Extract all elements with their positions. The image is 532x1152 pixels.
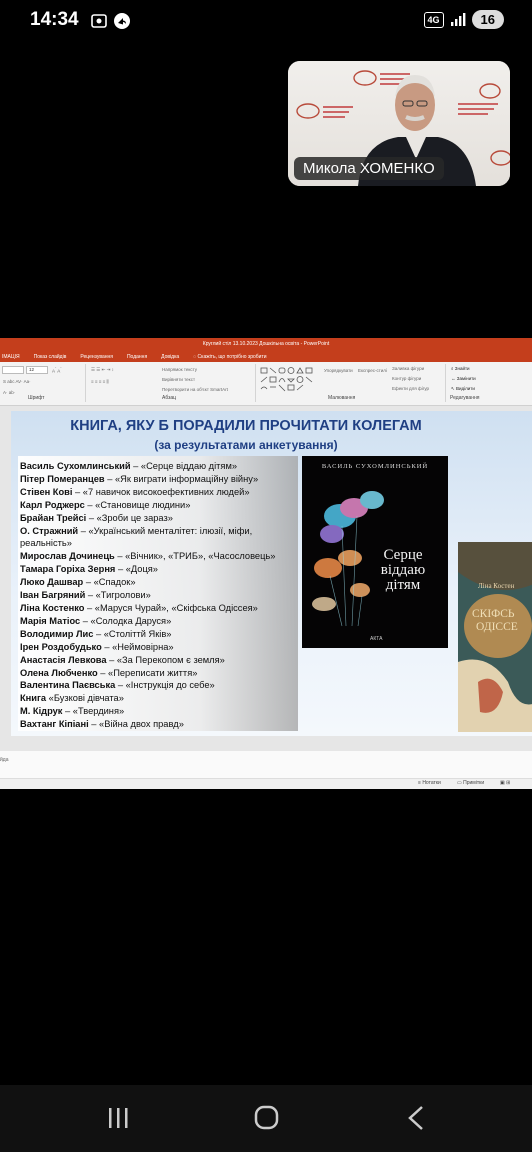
- book-cover-title: Серце віддаю дітям: [380, 547, 426, 593]
- font-size-select[interactable]: 12: [26, 366, 48, 374]
- navigation-bar: [0, 1085, 532, 1152]
- home-icon[interactable]: [246, 1103, 286, 1133]
- slide[interactable]: КНИГА, ЯКУ Б ПОРАДИЛИ ПРОЧИТАТИ КОЛЕГАМ …: [11, 411, 532, 736]
- speaker-video-tile[interactable]: Микола ХОМЕНКО: [288, 61, 510, 186]
- book-cover-publisher: АКТА: [370, 636, 383, 642]
- book-cover-kostenko: Ліна Костен СКІФСЬ ОДІССЕ: [458, 542, 532, 732]
- list-item: Тамара Горіха Зерня – «Доця»: [20, 564, 158, 575]
- ribbon: 12 Aˆ Aˇ S abc AV· Aa· A· ab· Шрифт ☰ ☰ …: [0, 362, 532, 406]
- list-item: Олена Любченко – «Переписати життя»: [20, 667, 198, 678]
- list-buttons[interactable]: ☰ ☰ ⇤ ⇥ ↕: [91, 367, 114, 373]
- share-icon: [114, 13, 130, 29]
- list-item: Валентина Паєвська – «Інструкція до себе…: [20, 680, 215, 691]
- list-item: Стівен Кові – «7 навичок високоефективни…: [20, 486, 250, 497]
- font-color-button[interactable]: A· ab·: [3, 390, 15, 395]
- screen: 14:34 4G 16 Микола ХОМЕНКО Круглий стіл …: [0, 0, 532, 1152]
- list-item: Вахтанг Кіпіані – «Війна двох правд»: [20, 719, 184, 730]
- tab-review[interactable]: Рецензування: [80, 354, 113, 360]
- list-item: Ірен Роздобудько – «Неймовірна»: [20, 641, 174, 652]
- notes-button[interactable]: ≡ Нотатки: [418, 780, 441, 786]
- screen-record-icon: [91, 14, 107, 28]
- shapes-gallery[interactable]: [260, 367, 320, 393]
- quick-styles-button[interactable]: Експрес-стилі: [358, 368, 387, 373]
- font-name-select[interactable]: [2, 366, 24, 374]
- grow-font-button[interactable]: Aˆ Aˇ: [52, 367, 62, 374]
- window-title: Круглий стіл 13.10.2023 Дошкільна освіта…: [0, 338, 532, 351]
- comments-button[interactable]: ▭ Примітки: [457, 780, 484, 786]
- list-item: Іван Багряний – «Тигролови»: [20, 590, 151, 601]
- align-text-button[interactable]: Вирівняти текст: [162, 377, 195, 382]
- status-bar-app: ≡ Нотатки ▭ Примітки ▣ ⊞: [0, 778, 532, 789]
- list-item: Брайан Трейсі – «Зроби це зараз»: [20, 512, 173, 523]
- ribbon-group-editing: ⌕ Знайти ↔ Замінити ↖ Виділити Редагуван…: [448, 364, 498, 402]
- shared-screen: Круглий стіл 13.10.2023 Дошкільна освіта…: [0, 338, 532, 789]
- group-label-drawing: Малювання: [328, 395, 356, 401]
- tab-help[interactable]: Довідка: [161, 354, 179, 360]
- book-cover-title: СКІФСЬ ОДІССЕ: [472, 608, 518, 633]
- ribbon-group-paragraph: ☰ ☰ ⇤ ⇥ ↕ ≡ ≡ ≡ ≡ ⫼ Напрямок тексту Вирі…: [88, 364, 256, 402]
- recommendation-list: Василь Сухомлинський – «Серце віддаю діт…: [18, 456, 298, 731]
- align-buttons[interactable]: ≡ ≡ ≡ ≡ ⫼: [91, 379, 109, 384]
- book-cover-sukhomlynsky: ВАСИЛЬ СУХОМЛИНСЬКИЙ Серце віддаю дітям …: [302, 456, 448, 648]
- ribbon-tabs: ІМАЦІЯ Показ слайдів Рецензування Поданн…: [0, 351, 532, 362]
- list-item: О. Стражний – «Український менталітет: і…: [20, 525, 253, 549]
- replace-button[interactable]: ↔ Замінити: [451, 376, 476, 381]
- list-item: Ліна Костенко – «Маруся Чурай», «Скіфськ…: [20, 602, 258, 613]
- recent-apps-icon[interactable]: [98, 1103, 138, 1133]
- list-item: Василь Сухомлинський – «Серце віддаю діт…: [20, 461, 238, 471]
- group-label-font: Шрифт: [28, 395, 45, 401]
- list-item: Карл Роджерс – «Становище людини»: [20, 499, 191, 510]
- ribbon-group-drawing: Упорядкувати Експрес-стилі Заливка фігур…: [258, 364, 446, 402]
- text-direction-button[interactable]: Напрямок тексту: [162, 367, 197, 372]
- slide-canvas: КНИГА, ЯКУ Б ПОРАДИЛИ ПРОЧИТАТИ КОЛЕГАМ …: [0, 406, 532, 751]
- notes-pane[interactable]: йда ≡ Нотатки ▭ Примітки ▣ ⊞: [0, 751, 532, 789]
- group-label-paragraph: Абзац: [162, 395, 177, 401]
- list-item: Мирослав Дочинець – «Вічник», «ТРИБ», «Ч…: [20, 551, 276, 562]
- group-label-editing: Редагування: [450, 395, 480, 401]
- shape-outline-button[interactable]: Контур фігури: [392, 376, 421, 381]
- clock: 14:34: [30, 9, 79, 30]
- tell-me-box[interactable]: ◌ Скажіть, що потрібно зробити: [193, 354, 266, 360]
- slide-counter: йда: [0, 757, 9, 763]
- back-icon[interactable]: [396, 1103, 436, 1133]
- list-item: Анастасія Левкова – «За Перекопом є земл…: [20, 654, 225, 665]
- speaker-name-label: Микола ХОМЕНКО: [294, 157, 444, 180]
- list-item: М. Кідрук – «Твердиня»: [20, 706, 125, 717]
- list-item: Люко Дашвар – «Спадок»: [20, 577, 136, 588]
- select-button[interactable]: ↖ Виділити: [451, 386, 475, 392]
- shape-fill-button[interactable]: Заливка фігури: [392, 366, 424, 371]
- slide-subtitle: (за результатами анкетування): [154, 438, 338, 452]
- tab-slideshow[interactable]: Показ слайдів: [34, 354, 67, 360]
- tab-animation[interactable]: ІМАЦІЯ: [2, 354, 20, 360]
- list-item: Володимир Лис – «Століттй Яків»: [20, 628, 172, 639]
- format-buttons[interactable]: S abc AV· Aa·: [3, 379, 31, 384]
- tab-view[interactable]: Подання: [127, 354, 147, 360]
- ribbon-group-font: 12 Aˆ Aˇ S abc AV· Aa· A· ab· Шрифт: [0, 364, 86, 402]
- list-item: Пітер Померанцев – «Як виграти інформаці…: [20, 473, 259, 484]
- book-cover-author: Ліна Костен: [478, 582, 515, 590]
- shape-effects-button[interactable]: Ефекти для фігур: [392, 386, 429, 391]
- list-item: Марія Матіос – «Солодка Даруся»: [20, 615, 172, 626]
- network-icon: 4G: [423, 11, 444, 28]
- book-cover-art: [458, 542, 532, 732]
- signal-icon: [450, 12, 465, 26]
- battery-indicator: 16: [471, 10, 504, 29]
- status-bar: 14:34 4G 16: [0, 0, 532, 44]
- view-normal-icon[interactable]: ▣ ⊞: [500, 780, 510, 786]
- find-button[interactable]: ⌕ Знайти: [451, 366, 470, 371]
- slide-title: КНИГА, ЯКУ Б ПОРАДИЛИ ПРОЧИТАТИ КОЛЕГАМ: [70, 418, 422, 434]
- list-item: Книга «Бузкові дівчата»: [20, 693, 124, 704]
- smartart-button[interactable]: Перетворити на об'єкт SmartArt: [162, 387, 228, 392]
- arrange-button[interactable]: Упорядкувати: [324, 368, 353, 373]
